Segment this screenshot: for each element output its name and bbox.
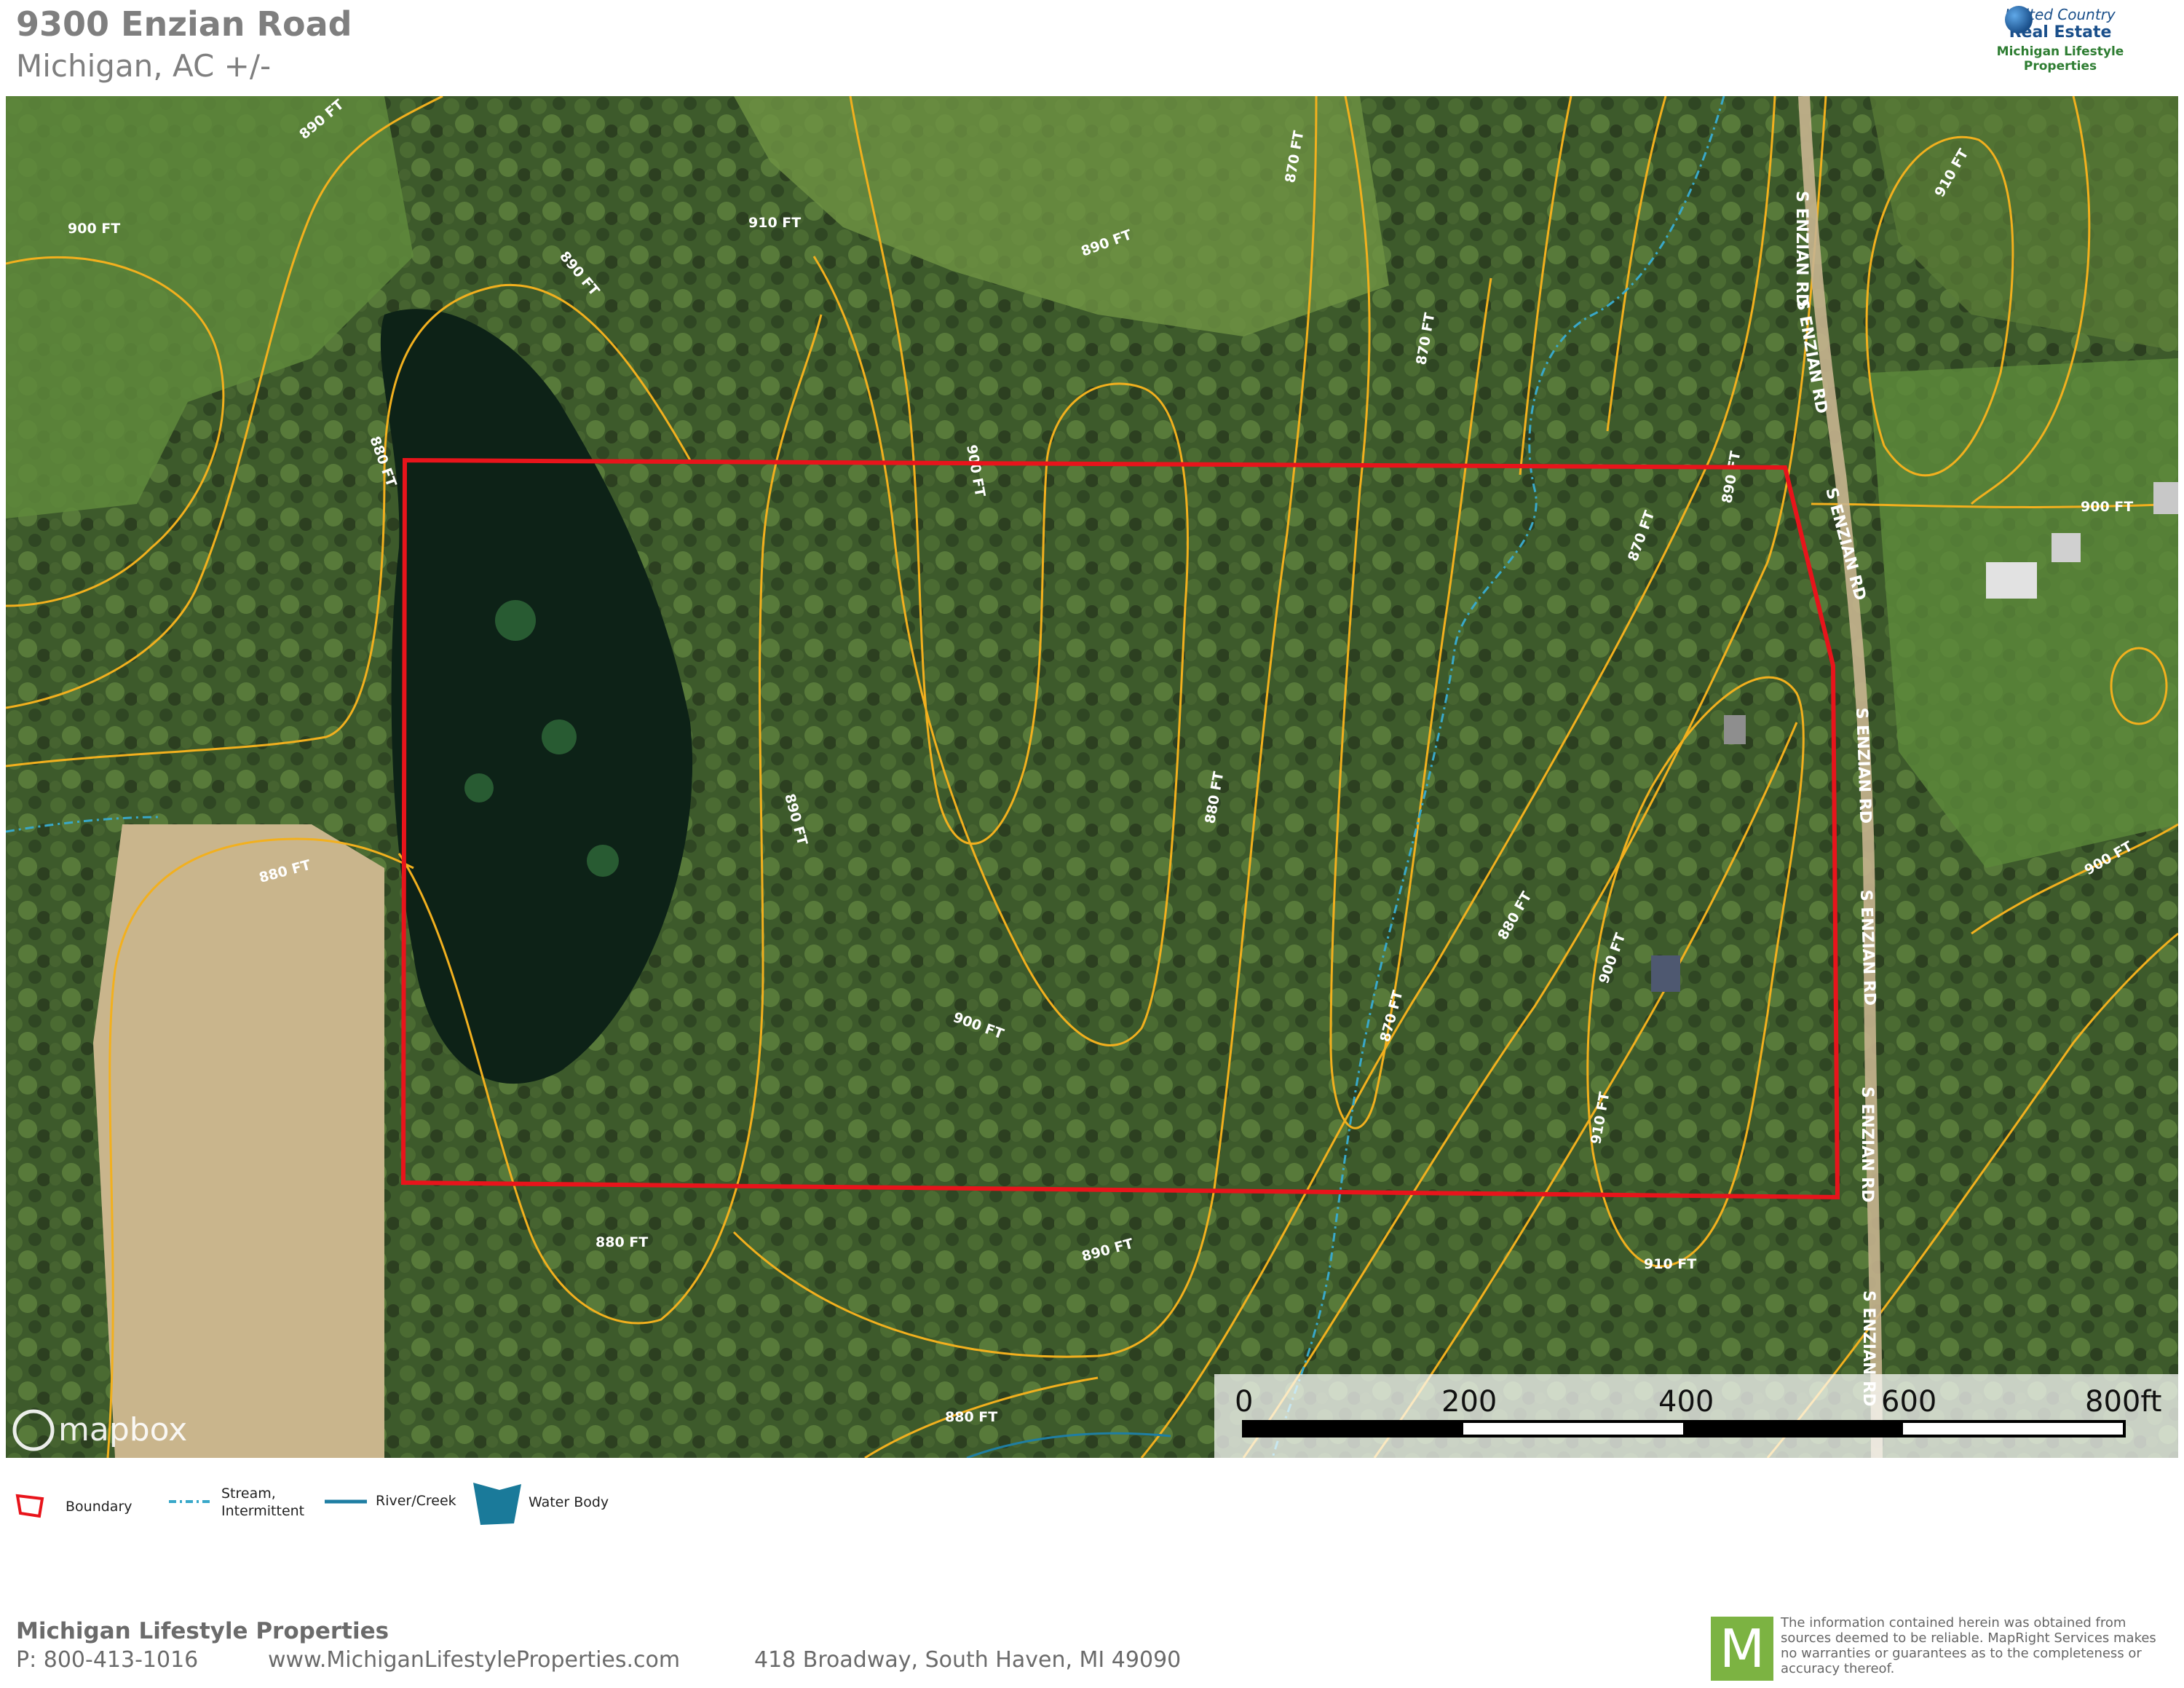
boundary-icon [15, 1494, 44, 1518]
water-body-icon [473, 1483, 521, 1525]
page-title: 9300 Enzian Road [16, 4, 352, 44]
scale-bar-segment [1243, 1421, 1463, 1436]
contour-label: 900 FT [68, 221, 120, 237]
company-name: Michigan Lifestyle Properties [16, 1618, 389, 1644]
legend-label: Boundary [66, 1499, 132, 1515]
united-country-logo: United Country Real Estate Michigan Life… [1995, 3, 2126, 95]
house [1724, 715, 1746, 744]
scale-tick: 200 [1441, 1385, 1497, 1419]
legend-label: Water Body [529, 1494, 609, 1510]
contour-label: 880 FT [945, 1409, 997, 1425]
legend-river: River/Creek [325, 1486, 470, 1529]
mapbox-text: mapbox [58, 1411, 187, 1448]
disclaimer-text: The information contained herein was obt… [1781, 1615, 2156, 1676]
scale-tick: 600 [1881, 1385, 1936, 1419]
map-canvas[interactable]: 890 FT 900 FT 880 FT 890 FT 910 FT 900 F… [6, 96, 2178, 1458]
contour-label: 900 FT [2081, 499, 2133, 515]
legend-stream: Stream, Intermittent [169, 1486, 329, 1529]
mapright-logo: M [1711, 1617, 1773, 1681]
phone-number: P: 800-413-1016 [16, 1647, 199, 1673]
scale-tick: 0 [1235, 1385, 1253, 1419]
house [2052, 533, 2081, 562]
pond-vegetation [464, 773, 494, 802]
contour-label: 910 FT [748, 215, 801, 231]
scale-bar: 0 200 400 600 800ft [1214, 1374, 2178, 1458]
house [2153, 482, 2178, 514]
address: 418 Broadway, South Haven, MI 49090 [754, 1647, 1182, 1673]
plowed-field [93, 824, 384, 1458]
contour-label: 880 FT [596, 1234, 648, 1250]
legend-water: Water Body [470, 1483, 630, 1529]
pond-vegetation [542, 719, 577, 754]
contour-label: 910 FT [1644, 1256, 1696, 1272]
scale-tick: 800ft [2085, 1385, 2161, 1419]
pond-vegetation [587, 845, 619, 877]
scale-bar-segment [1683, 1421, 1903, 1436]
house [1651, 955, 1680, 992]
globe-icon [2005, 6, 2033, 33]
map-legend: Boundary Stream, Intermittent River/Cree… [0, 1483, 2184, 1529]
stream-line-icon [169, 1500, 211, 1503]
website-link[interactable]: www.MichiganLifestyleProperties.com [268, 1647, 680, 1673]
legend-label: Intermittent [221, 1503, 305, 1519]
legend-label: River/Creek [376, 1493, 456, 1509]
house [1986, 562, 2037, 599]
river-line-icon [325, 1499, 367, 1504]
legend-label: Stream, [221, 1486, 276, 1502]
road-label: S ENZIAN RD [1858, 1086, 1876, 1202]
road-label: S ENZIAN RD [1792, 191, 1811, 307]
pond-vegetation [495, 600, 536, 641]
logo-line-3: Michigan Lifestyle Properties [1996, 44, 2124, 74]
page-subtitle: Michigan, AC +/- [16, 48, 272, 84]
scale-tick: 400 [1658, 1385, 1714, 1419]
